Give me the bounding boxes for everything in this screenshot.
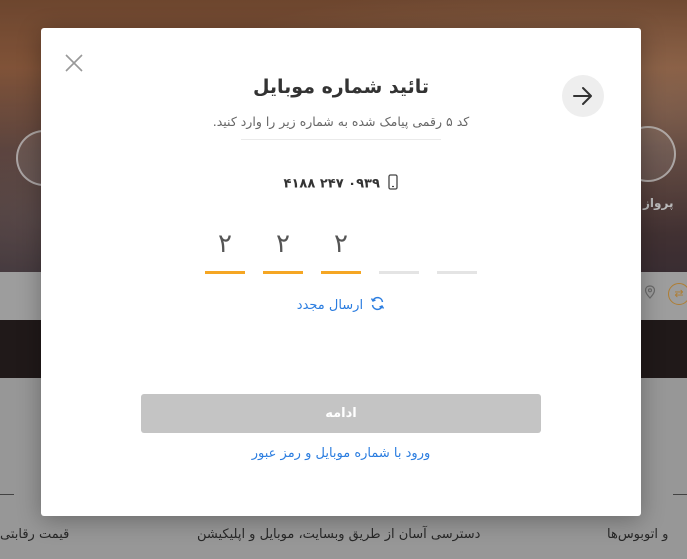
continue-button[interactable]: ادامه (141, 394, 541, 433)
resend-label: ارسال مجدد (296, 298, 364, 313)
phone-number-row: ۰۹۳۹ ۲۴۷ ۴۱۸۸ (41, 174, 641, 194)
code-digit-underline (205, 271, 245, 274)
close-button[interactable] (63, 52, 85, 74)
code-digit-box[interactable]: ۲ (205, 224, 245, 274)
code-digit-underline (437, 271, 477, 274)
divider (241, 139, 441, 140)
code-digit-box[interactable] (437, 224, 477, 274)
resend-code-link[interactable]: ارسال مجدد (41, 296, 641, 315)
code-digit-box[interactable] (379, 224, 419, 274)
code-digit-box[interactable]: ۲ (321, 224, 361, 274)
code-digit-box[interactable]: ۲ (263, 224, 303, 274)
code-digit: ۲ (276, 229, 290, 259)
code-digit-underline (263, 271, 303, 274)
code-digit: ۲ (334, 229, 348, 259)
close-icon (65, 54, 83, 72)
verification-code-input: ۲ ۲ ۲ (205, 224, 477, 274)
verify-mobile-dialog: تائید شماره موبایل کد ۵ رقمی پیامک شده ب… (41, 28, 641, 516)
dialog-title: تائید شماره موبایل (252, 76, 430, 98)
mobile-phone-icon (388, 174, 399, 194)
phone-number: ۰۹۳۹ ۲۴۷ ۴۱۸۸ (283, 176, 380, 192)
dialog-subtitle: کد ۵ رقمی پیامک شده به شماره زیر را وارد… (212, 114, 470, 129)
code-digit: ۲ (218, 229, 232, 259)
code-digit-underline (379, 271, 419, 274)
code-digit-underline (321, 271, 361, 274)
login-with-password-link[interactable]: ورود با شماره موبایل و رمز عبور (41, 446, 641, 461)
refresh-icon (370, 296, 385, 315)
